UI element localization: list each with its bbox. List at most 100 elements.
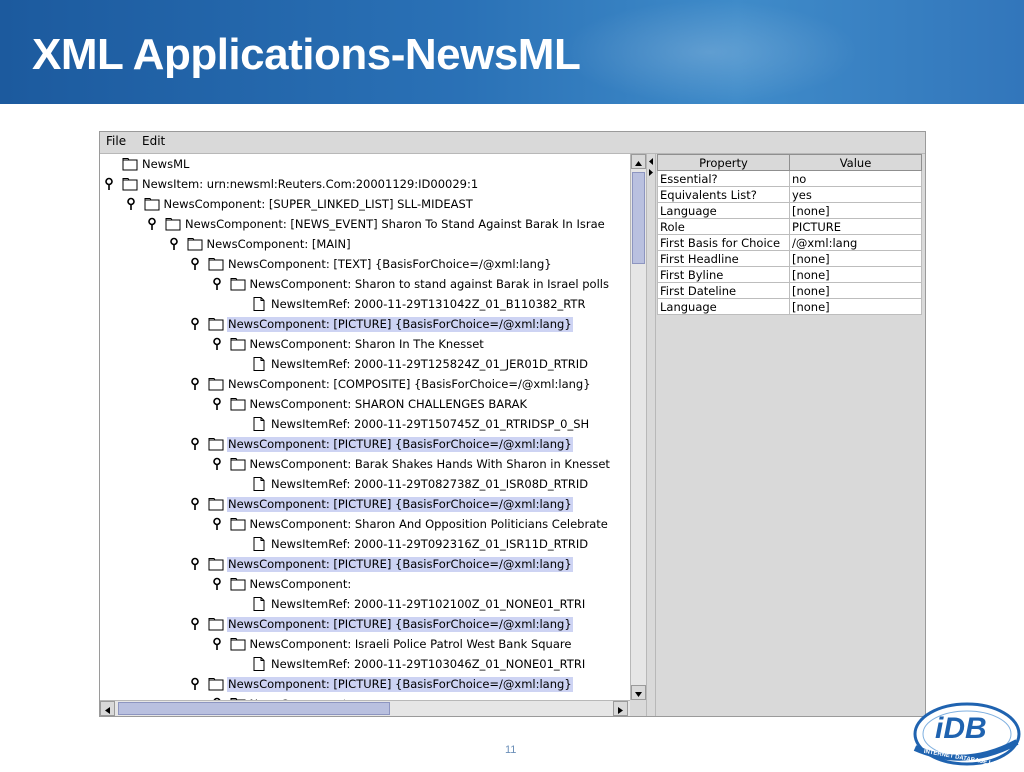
property-value[interactable]: yes [789, 186, 922, 203]
tree-row[interactable]: NewsComponent: [TEXT] {BasisForChoice=/@… [100, 255, 630, 274]
expand-handle-icon[interactable] [169, 237, 179, 251]
tree-node-label: NewsItemRef: 2000-11-29T103046Z_01_NONE0… [271, 657, 586, 671]
property-row[interactable]: First Dateline [none] [657, 282, 922, 299]
folder-icon [122, 178, 138, 191]
property-row[interactable]: First Headline [none] [657, 250, 922, 267]
folder-icon [208, 258, 224, 271]
scroll-right-button[interactable] [613, 701, 628, 716]
folder-icon [187, 238, 202, 251]
tree-row[interactable]: NewsComponent: [COMPOSITE] {BasisForChoi… [100, 375, 630, 394]
property-table[interactable]: Property Value Essential? no Equivalents L… [657, 154, 922, 315]
property-row[interactable]: Equivalents List? yes [657, 186, 922, 203]
property-name: First Headline [657, 250, 790, 267]
menu-file[interactable]: File [106, 134, 126, 148]
property-value[interactable]: [none] [789, 202, 922, 219]
horizontal-scroll-thumb[interactable] [118, 702, 390, 715]
arrow-up-icon [635, 161, 642, 166]
tree-row[interactable]: NewsComponent: Sharon In The Knesset [100, 335, 630, 354]
expand-handle-icon[interactable] [190, 317, 200, 331]
menu-edit[interactable]: Edit [142, 134, 165, 148]
property-value[interactable]: [none] [789, 266, 922, 283]
splitter-arrows-icon[interactable] [647, 156, 655, 186]
property-row[interactable]: Language [none] [657, 298, 922, 315]
tree-row[interactable]: NewsComponent: [PICTURE] {BasisForChoice… [100, 615, 630, 634]
tree-vertical-scrollbar[interactable] [630, 154, 646, 700]
expand-handle-icon[interactable] [190, 617, 200, 631]
tree-row[interactable]: NewsItemRef: 2000-11-29T125824Z_01_JER01… [100, 355, 630, 374]
tree-row[interactable]: NewsComponent: [PICTURE] {BasisForChoice… [100, 555, 630, 574]
expand-handle-icon[interactable] [212, 277, 222, 291]
tree-row[interactable]: NewsComponent: [NEWS_EVENT] Sharon To St… [100, 215, 630, 234]
property-row[interactable]: Role PICTURE [657, 218, 922, 235]
expand-handle-icon[interactable] [190, 677, 200, 691]
tree-row[interactable]: NewsComponent: Israeli Police Patrol Wes… [100, 635, 630, 654]
expand-handle-icon[interactable] [190, 377, 200, 391]
tree-row[interactable]: NewsItemRef: 2000-11-29T102100Z_01_NONE0… [100, 595, 630, 614]
expand-handle-icon[interactable] [190, 437, 200, 451]
scroll-down-button[interactable] [631, 685, 646, 700]
tree-row[interactable]: NewsComponent: SHARON CHALLENGES BARAK [100, 395, 630, 414]
expand-handle-icon[interactable] [190, 257, 200, 271]
vertical-scroll-thumb[interactable] [632, 172, 645, 264]
tree-row[interactable]: NewsComponent: [PICTURE] {BasisForChoice… [100, 495, 630, 514]
tree-view[interactable]: NewsML NewsItem: urn:newsml:Reuters.Com:2… [100, 154, 630, 700]
property-row[interactable]: First Basis for Choice/@xml:lang [657, 234, 922, 251]
tree-node-label: NewsComponent: [PICTURE] {BasisForChoice… [227, 557, 573, 572]
tree-horizontal-scrollbar[interactable] [100, 700, 630, 716]
expand-handle-icon[interactable] [212, 637, 222, 651]
header-property[interactable]: Property [657, 154, 790, 171]
tree-node-label: NewsComponent: [PICTURE] {BasisForChoice… [227, 677, 573, 692]
tree-node-label: NewsComponent: [COMPOSITE] {BasisForChoi… [228, 377, 591, 391]
expand-handle-icon[interactable] [190, 497, 200, 511]
split-pane-divider[interactable] [646, 154, 656, 716]
property-value[interactable]: /@xml:lang [789, 234, 922, 251]
tree-row[interactable]: NewsComponent: Sharon to stand against B… [100, 275, 630, 294]
expand-handle-icon[interactable] [104, 177, 114, 191]
property-row[interactable]: Essential? no [657, 170, 922, 187]
scroll-up-button[interactable] [631, 154, 646, 169]
tree-row[interactable]: NewsComponent: Sharon And Opposition Pol… [100, 515, 630, 534]
expand-handle-icon[interactable] [212, 457, 222, 471]
slide-title: XML Applications-NewsML [32, 30, 581, 79]
tree-row[interactable]: NewsItemRef: 2000-11-29T131042Z_01_B1103… [100, 295, 630, 314]
tree-row[interactable]: NewsComponent: Barak Shakes Hands With S… [100, 455, 630, 474]
tree-row[interactable]: NewsComponent: [100, 575, 630, 594]
property-row[interactable]: First Byline [none] [657, 266, 922, 283]
property-value[interactable]: [none] [789, 282, 922, 299]
folder-icon [230, 638, 245, 651]
expand-handle-icon[interactable] [212, 337, 222, 351]
tree-row[interactable]: NewsComponent: [PICTURE] {BasisForChoice… [100, 435, 630, 454]
file-icon [253, 357, 265, 371]
folder-icon [165, 218, 181, 231]
tree-row[interactable]: NewsComponent: [SUPER_LINKED_LIST] SLL-M… [100, 195, 630, 214]
property-value[interactable]: [none] [789, 250, 922, 267]
tree-row[interactable]: NewsItem: urn:newsml:Reuters.Com:2000112… [100, 175, 630, 194]
property-row[interactable]: Language [none] [657, 202, 922, 219]
property-value[interactable]: PICTURE [789, 218, 922, 235]
folder-icon [208, 618, 224, 631]
property-value[interactable]: [none] [789, 298, 922, 315]
expand-handle-icon[interactable] [190, 557, 200, 571]
file-icon [253, 537, 265, 551]
file-icon [253, 417, 265, 431]
tree-row[interactable]: NewsItemRef: 2000-11-29T082738Z_01_ISR08… [100, 475, 630, 494]
property-value[interactable]: no [789, 170, 922, 187]
tree-row[interactable]: NewsComponent: [PICTURE] {BasisForChoice… [100, 675, 630, 694]
expand-handle-icon[interactable] [212, 397, 222, 411]
tree-row[interactable]: NewsItemRef: 2000-11-29T103046Z_01_NONE0… [100, 655, 630, 674]
expand-handle-icon[interactable] [147, 217, 157, 231]
tree-row[interactable]: NewsItemRef: 2000-11-29T150745Z_01_RTRID… [100, 415, 630, 434]
tree-row[interactable]: NewsItemRef: 2000-11-29T092316Z_01_ISR11… [100, 535, 630, 554]
file-icon [253, 477, 265, 491]
header-value[interactable]: Value [789, 154, 922, 171]
tree-row[interactable]: NewsComponent: [MAIN] [100, 235, 630, 254]
tree-row[interactable]: NewsML [100, 155, 630, 174]
tree-row[interactable]: NewsComponent: [PICTURE] {BasisForChoice… [100, 315, 630, 334]
expand-handle-icon[interactable] [126, 197, 136, 211]
expand-handle-icon[interactable] [212, 577, 222, 591]
scroll-left-button[interactable] [100, 701, 115, 716]
file-icon [253, 597, 265, 611]
tree-node-label: NewsML [142, 157, 190, 171]
expand-handle-icon[interactable] [212, 517, 222, 531]
slide-header: XML Applications-NewsML [0, 0, 1024, 104]
